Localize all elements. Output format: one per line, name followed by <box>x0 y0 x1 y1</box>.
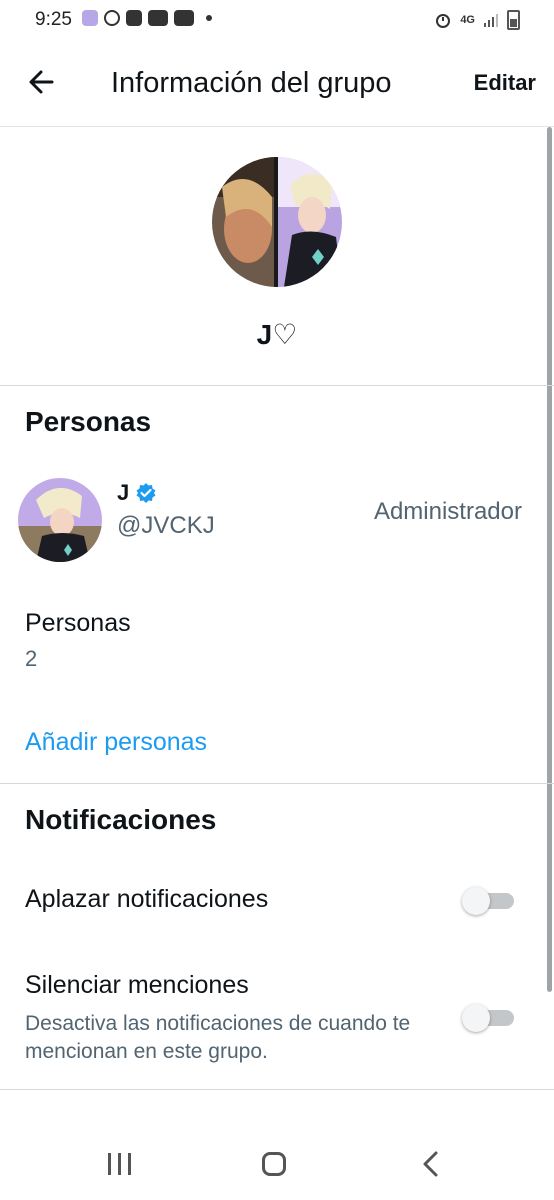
member-name-row[interactable]: J <box>117 480 157 506</box>
divider <box>0 385 554 386</box>
divider <box>0 1089 554 1090</box>
recents-icon[interactable] <box>107 1152 133 1176</box>
app-notification-icon <box>82 10 98 26</box>
scrollbar[interactable] <box>547 127 552 992</box>
people-count-value: 2 <box>25 646 38 671</box>
people-section-title: Personas <box>25 406 152 437</box>
notifications-section-title: Notificaciones <box>25 804 217 835</box>
battery-icon <box>507 10 520 30</box>
mute-mentions-toggle[interactable] <box>462 1004 514 1032</box>
app-header: Información del grupo Editar <box>0 40 554 127</box>
mute-mentions-description: Desactiva las notificaciones de cuando t… <box>25 1012 411 1063</box>
snooze-notifications-toggle[interactable] <box>462 887 514 915</box>
divider <box>0 783 554 784</box>
edit-button[interactable]: Editar <box>474 70 536 96</box>
member-name: J <box>117 480 130 505</box>
alarm-icon <box>436 14 451 28</box>
notification-icons <box>82 10 212 26</box>
back-button[interactable] <box>22 60 66 104</box>
member-avatar[interactable] <box>18 478 102 562</box>
people-count-label: Personas <box>25 609 131 637</box>
mute-mentions-label: Silenciar menciones <box>25 971 249 999</box>
home-icon[interactable] <box>262 1152 286 1176</box>
add-people-link[interactable]: Añadir personas <box>25 728 207 757</box>
system-nav-bar <box>0 1128 554 1200</box>
signal-icon <box>484 14 498 27</box>
facebook-square-icon <box>126 10 142 26</box>
network-type: 4G <box>460 14 475 26</box>
group-name[interactable]: J♡ <box>0 318 554 351</box>
partially-hidden-link[interactable] <box>25 1120 345 1128</box>
status-bar: 9:25 4G <box>0 0 554 40</box>
youtube-icon-2 <box>174 10 194 26</box>
verified-badge-icon <box>136 483 156 503</box>
member-role: Administrador <box>373 498 522 525</box>
group-avatar[interactable] <box>212 157 342 287</box>
member-handle: @JVCKJ <box>117 512 215 539</box>
more-notifications-icon <box>206 15 212 21</box>
youtube-icon <box>148 10 168 26</box>
system-icons: 4G <box>434 10 520 30</box>
chevron-left-icon[interactable] <box>420 1150 442 1178</box>
status-time: 9:25 <box>35 9 72 30</box>
arrow-left-icon <box>29 70 54 94</box>
snooze-notifications-label: Aplazar notificaciones <box>25 885 269 913</box>
page-title: Información del grupo <box>111 67 392 99</box>
facebook-icon <box>104 10 120 26</box>
